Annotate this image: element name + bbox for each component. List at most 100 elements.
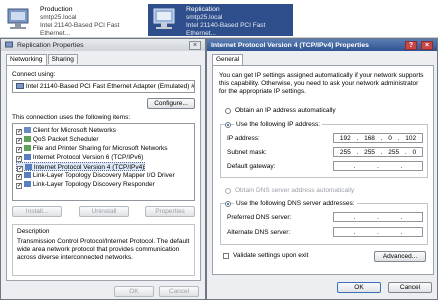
use-dns-label: Use the following DNS server addresses: xyxy=(234,200,357,207)
dialog-title: Internet Protocol Version 4 (TCP/IPv4) P… xyxy=(211,41,369,49)
adapter-production[interactable]: Production smtp25.local Intel 21140-Base… xyxy=(2,4,147,37)
adapter-device: Intel 21140-Based PCI Fast Ethernet... xyxy=(40,22,120,37)
list-item[interactable]: ✓ Internet Protocol Version 6 (TCP/IPv6) xyxy=(16,153,143,162)
auto-ip-label: Obtain an IP address automatically xyxy=(235,107,336,114)
tab-general[interactable]: General xyxy=(212,54,244,65)
item-label: File and Printer Sharing for Microsoft N… xyxy=(32,145,168,152)
protocol-icon xyxy=(23,154,31,160)
item-label: Client for Microsoft Networks xyxy=(32,127,116,134)
tab-sharing[interactable]: Sharing xyxy=(47,54,78,64)
description-title: Description xyxy=(17,228,50,235)
general-panel: You can get IP settings assigned automat… xyxy=(212,65,434,275)
adapter-name: Replication xyxy=(186,6,220,13)
adapter-host: smtp25.local xyxy=(40,14,77,21)
list-item[interactable]: ✓ File and Printer Sharing for Microsoft… xyxy=(16,144,168,153)
adapter-replication[interactable]: Replication smtp25.local Intel 21140-Bas… xyxy=(148,4,293,37)
item-label: Link-Layer Topology Discovery Responder xyxy=(32,181,155,188)
checkbox[interactable]: ✓ xyxy=(16,183,22,189)
dialog-titlebar: Internet Protocol Version 4 (TCP/IPv4) P… xyxy=(207,39,437,51)
ok-button[interactable]: OK xyxy=(114,286,154,297)
validate-checkbox[interactable] xyxy=(223,253,229,259)
ip-octet: 168 xyxy=(364,134,375,142)
auto-dns-radio[interactable] xyxy=(225,188,231,194)
adapter-name: Production xyxy=(40,6,73,13)
gateway-label: Default gateway: xyxy=(227,163,276,170)
use-dns-radio[interactable] xyxy=(225,201,231,207)
adapter-name: Intel 21140-Based PCI Fast Ethernet Adap… xyxy=(25,83,195,90)
network-icon xyxy=(5,41,13,48)
adapter-host: smtp25.local xyxy=(186,14,223,21)
advanced-button[interactable]: Advanced... xyxy=(374,251,426,262)
description-group: Description Transmission Control Protoco… xyxy=(12,224,195,276)
use-ip-label: Use the following IP address: xyxy=(234,121,323,128)
dns-group: Use the following DNS server addresses: … xyxy=(220,200,428,245)
network-adapter-icon xyxy=(16,83,24,89)
list-item[interactable]: ✓ Client for Microsoft Networks xyxy=(16,126,116,135)
properties-button[interactable]: Properties xyxy=(145,206,195,217)
intro-text: this capability. Otherwise, you need to … xyxy=(219,80,419,87)
mask-octet: 255 xyxy=(364,148,375,156)
protocol-icon xyxy=(23,181,31,187)
help-icon[interactable]: ? xyxy=(405,40,417,50)
cancel-button[interactable]: Cancel xyxy=(159,286,199,297)
ip-octet: 0 xyxy=(388,134,392,142)
ip-octet: 102 xyxy=(405,134,417,142)
item-label: Link-Layer Topology Discovery Mapper I/O… xyxy=(32,172,175,179)
list-item[interactable]: ✓ Link-Layer Topology Discovery Responde… xyxy=(16,180,155,189)
close-icon[interactable]: × xyxy=(189,40,201,50)
intro-text: for the appropriate IP settings. xyxy=(219,88,306,95)
gateway-field[interactable]: . . . xyxy=(333,161,423,171)
cancel-button[interactable]: Cancel xyxy=(388,282,432,293)
validate-label: Validate settings upon exit xyxy=(233,252,309,259)
item-label: QoS Packet Scheduler xyxy=(32,136,99,143)
subnet-mask-label: Subnet mask: xyxy=(227,149,267,156)
client-icon xyxy=(23,127,31,133)
auto-ip-radio[interactable] xyxy=(225,108,231,114)
alternate-dns-label: Alternate DNS server: xyxy=(227,229,291,236)
subnet-mask-field[interactable]: 255. 255. 255. 0 xyxy=(333,147,423,157)
dialog-titlebar: Replication Properties × xyxy=(1,39,205,51)
ip-octet: 192 xyxy=(339,134,351,142)
connect-using-label: Connect using: xyxy=(12,71,56,78)
adapter-list: Production smtp25.local Intel 21140-Base… xyxy=(0,0,438,38)
mask-octet: 255 xyxy=(339,148,351,156)
intro-text: You can get IP settings assigned automat… xyxy=(219,72,424,79)
description-text: wide area network protocol that provides… xyxy=(17,246,180,253)
list-item-selected[interactable]: ✓ Internet Protocol Version 4 (TCP/IPv4) xyxy=(16,162,146,172)
preferred-dns-field[interactable]: . . . xyxy=(333,212,423,222)
list-item[interactable]: ✓ QoS Packet Scheduler xyxy=(16,135,99,144)
ip-address-field[interactable]: 192. 168. 0. 102 xyxy=(333,133,423,143)
mask-octet: 255 xyxy=(388,148,400,156)
networking-panel: Connect using: Intel 21140-Based PCI Fas… xyxy=(6,65,201,281)
description-text: across diverse interconnected networks. xyxy=(17,254,133,261)
ipv4-properties-dialog: Internet Protocol Version 4 (TCP/IPv4) P… xyxy=(206,38,438,300)
uninstall-button[interactable]: Uninstall xyxy=(79,206,129,217)
auto-dns-label: Obtain DNS server address automatically xyxy=(235,187,355,194)
configure-button[interactable]: Configure... xyxy=(147,98,195,109)
mask-octet: 0 xyxy=(412,148,417,156)
ok-button[interactable]: OK xyxy=(337,282,381,293)
description-text: Transmission Control Protocol/Internet P… xyxy=(17,238,190,245)
tab-strip: Networking Sharing xyxy=(6,54,78,65)
protocol-icon xyxy=(24,164,32,170)
item-label: Internet Protocol Version 6 (TCP/IPv6) xyxy=(32,154,144,161)
use-ip-radio[interactable] xyxy=(225,122,231,128)
tab-strip: General xyxy=(212,54,244,65)
ip-address-label: IP address: xyxy=(227,135,260,142)
dialog-title: Replication Properties xyxy=(17,41,84,49)
install-button[interactable]: Install... xyxy=(12,206,62,217)
items-label: This connection uses the following items… xyxy=(12,114,131,121)
close-icon[interactable]: × xyxy=(421,40,433,50)
alternate-dns-field[interactable]: . . . xyxy=(333,227,423,237)
tab-networking[interactable]: Networking xyxy=(6,54,47,65)
service-icon xyxy=(23,145,31,151)
protocol-icon xyxy=(23,172,31,178)
network-adapter-icon xyxy=(153,8,175,29)
static-ip-group: Use the following IP address: IP address… xyxy=(220,121,428,178)
adapter-device: Intel 21140-Based PCI Fast Ethernet... xyxy=(186,22,266,37)
list-item[interactable]: ✓ Link-Layer Topology Discovery Mapper I… xyxy=(16,171,175,180)
items-list: ✓ Client for Microsoft Networks ✓ QoS Pa… xyxy=(12,123,195,201)
item-label: Internet Protocol Version 4 (TCP/IPv4) xyxy=(33,164,145,171)
service-icon xyxy=(23,136,31,142)
preferred-dns-label: Preferred DNS server: xyxy=(227,214,292,221)
